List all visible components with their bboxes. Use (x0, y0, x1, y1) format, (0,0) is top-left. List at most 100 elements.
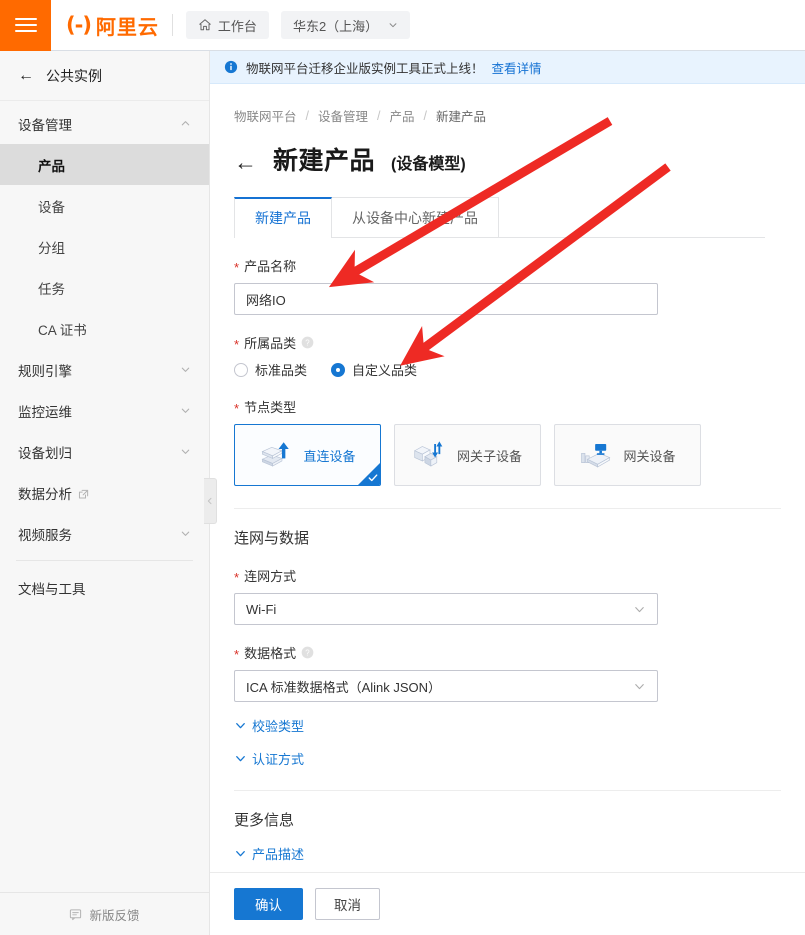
radio-custom-category[interactable]: 自定义品类 (331, 360, 417, 379)
aliyun-logo-mark: (-) (66, 13, 91, 37)
sidebar-item-label: 设备划归 (18, 442, 72, 462)
sidebar-item-label: 分组 (38, 237, 65, 257)
sidebar-item-docs-and-tools[interactable]: 文档与工具 (0, 567, 209, 608)
hamburger-menu-icon[interactable] (0, 0, 51, 51)
chevron-down-icon (180, 528, 191, 539)
product-name-input[interactable]: 网络IO (234, 283, 658, 315)
sidebar-item-label: 规则引擎 (18, 360, 72, 380)
product-name-value: 网络IO (246, 290, 286, 309)
sidebar-divider (16, 560, 193, 561)
chevron-down-icon (388, 20, 398, 30)
field-label-text: 节点类型 (244, 397, 296, 416)
field-label-text: 数据格式 (244, 643, 296, 662)
sidebar-item-tasks[interactable]: 任务 (0, 267, 209, 308)
chevron-down-icon (180, 446, 191, 457)
tab-label: 新建产品 (255, 210, 311, 226)
sidebar-item-ca-certificates[interactable]: CA 证书 (0, 308, 209, 349)
question-circle-icon[interactable]: ? (301, 336, 314, 349)
breadcrumb-item-1[interactable]: 设备管理 (318, 106, 368, 125)
data-format-value: ICA 标准数据格式（Alink JSON） (246, 677, 441, 696)
node-type-card-gateway-subdevice[interactable]: 网关子设备 (394, 424, 541, 486)
sidebar-item-rule-engine[interactable]: 规则引擎 (0, 349, 209, 390)
arrow-left-icon: ← (18, 68, 34, 84)
svg-text:?: ? (305, 649, 310, 658)
collapsible-product-description[interactable]: 产品描述 (234, 844, 304, 863)
node-type-card-gateway-device[interactable]: 网关设备 (554, 424, 701, 486)
notification-text: 物联网平台迁移企业版实例工具正式上线！ (246, 58, 484, 77)
aliyun-logo-text: 阿里云 (96, 11, 159, 40)
collapsible-label: 校验类型 (252, 716, 304, 735)
chevron-down-icon (234, 847, 247, 860)
field-label: * 所属品类 ? (234, 333, 781, 352)
more-info-section-title: 更多信息 (210, 791, 805, 830)
collapsible-verification-type[interactable]: 校验类型 (234, 716, 304, 735)
collapsible-auth-method[interactable]: 认证方式 (234, 749, 304, 768)
region-selector[interactable]: 华东2（上海） (281, 11, 410, 39)
sidebar-item-device-management[interactable]: 设备管理 (0, 103, 209, 144)
radio-standard-category[interactable]: 标准品类 (234, 360, 307, 379)
chevron-left-icon (206, 497, 214, 505)
sidebar-feedback-label: 新版反馈 (89, 905, 139, 924)
breadcrumb-item-2[interactable]: 产品 (390, 106, 415, 125)
radio-label: 自定义品类 (352, 360, 417, 379)
data-format-select[interactable]: ICA 标准数据格式（Alink JSON） (234, 670, 658, 702)
region-label: 华东2（上海） (293, 16, 378, 35)
sidebar-item-groups[interactable]: 分组 (0, 226, 209, 267)
sidebar-collapse-handle[interactable] (204, 478, 217, 524)
chevron-down-icon (234, 752, 247, 765)
svg-text:?: ? (305, 339, 310, 348)
field-network-mode: * 连网方式 Wi-Fi (234, 566, 781, 625)
network-section-title: 连网与数据 (210, 509, 805, 548)
field-category: * 所属品类 ? 标准品类 自定义品类 (234, 333, 781, 379)
chevron-down-icon (180, 405, 191, 416)
sidebar-item-label: 视频服务 (18, 524, 72, 544)
notification-banner: 物联网平台迁移企业版实例工具正式上线！ 查看详情 (210, 51, 805, 84)
sidebar-item-devices[interactable]: 设备 (0, 185, 209, 226)
sidebar-item-products[interactable]: 产品 (0, 144, 209, 185)
aliyun-logo[interactable]: (-) 阿里云 (66, 11, 159, 40)
category-radio-group: 标准品类 自定义品类 (234, 360, 781, 379)
chevron-up-icon (180, 118, 191, 129)
sidebar-item-monitoring-ops[interactable]: 监控运维 (0, 390, 209, 431)
radio-circle-icon (234, 363, 248, 377)
sidebar-item-label: 任务 (38, 278, 65, 298)
chevron-down-icon (633, 603, 646, 616)
sidebar-item-video-service[interactable]: 视频服务 (0, 513, 209, 554)
sidebar-item-label: CA 证书 (38, 319, 87, 339)
node-type-card-label: 直连设备 (303, 446, 355, 465)
tab-new-product[interactable]: 新建产品 (234, 197, 332, 237)
workbench-button[interactable]: 工作台 (186, 11, 269, 39)
sidebar-back-label: 公共实例 (46, 66, 102, 86)
sidebar-feedback-button[interactable]: 新版反馈 (0, 892, 209, 935)
check-icon (368, 473, 378, 483)
workbench-label: 工作台 (218, 16, 257, 35)
tab-new-product-from-device-center[interactable]: 从设备中心新建产品 (331, 197, 499, 237)
field-label-text: 所属品类 (244, 333, 296, 352)
sidebar-item-device-assignment[interactable]: 设备划归 (0, 431, 209, 472)
required-marker: * (234, 401, 239, 416)
cancel-button[interactable]: 取消 (315, 888, 380, 920)
page-back-arrow-icon[interactable]: ← (234, 151, 257, 174)
breadcrumb-item-0[interactable]: 物联网平台 (234, 106, 297, 125)
breadcrumb-separator: / (306, 109, 309, 123)
network-mode-value: Wi-Fi (246, 602, 276, 617)
radio-label: 标准品类 (255, 360, 307, 379)
sidebar-item-label: 数据分析 (18, 487, 72, 502)
sidebar-back-public-instance[interactable]: ← 公共实例 (0, 51, 209, 101)
field-label: * 数据格式 ? (234, 643, 781, 662)
node-type-card-direct-device[interactable]: 直连设备 (234, 424, 381, 486)
question-circle-icon[interactable]: ? (301, 646, 314, 659)
topbar-divider (172, 14, 173, 36)
collapsible-label: 产品描述 (252, 844, 304, 863)
sidebar-item-data-analytics[interactable]: 数据分析 (0, 472, 209, 513)
breadcrumb-separator: / (424, 109, 427, 123)
network-mode-select[interactable]: Wi-Fi (234, 593, 658, 625)
chevron-down-icon (633, 680, 646, 693)
gateway-device-icon (579, 440, 613, 470)
required-marker: * (234, 570, 239, 585)
confirm-button[interactable]: 确认 (234, 888, 303, 920)
notification-detail-link[interactable]: 查看详情 (492, 58, 542, 77)
field-product-name: * 产品名称 网络IO (234, 256, 781, 315)
direct-device-icon (259, 440, 293, 470)
field-label: * 产品名称 (234, 256, 781, 275)
